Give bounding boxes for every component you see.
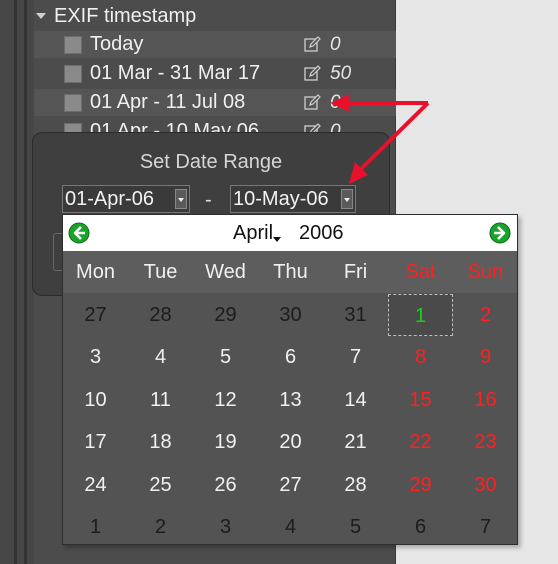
- calendar-day[interactable]: 3: [63, 336, 128, 378]
- weekday-label: Thu: [273, 261, 308, 283]
- calendar-header: April 2006: [63, 215, 517, 251]
- weekday-label: Mon: [76, 261, 115, 283]
- calendar-day[interactable]: 26: [193, 464, 258, 506]
- chevron-down-icon[interactable]: [175, 189, 187, 209]
- calendar-day[interactable]: 15: [388, 379, 453, 421]
- calendar-day[interactable]: 29: [388, 464, 453, 506]
- filter-count: 0: [330, 91, 341, 113]
- calendar-day[interactable]: 17: [63, 421, 128, 463]
- calendar-day[interactable]: 19: [193, 421, 258, 463]
- calendar-day[interactable]: 6: [388, 506, 453, 548]
- chevron-down-icon[interactable]: [273, 237, 281, 242]
- calendar-day[interactable]: 2: [453, 294, 518, 336]
- calendar-day[interactable]: 2: [128, 506, 193, 548]
- edit-pencil-icon[interactable]: [304, 65, 321, 82]
- calendar-day[interactable]: 27: [258, 464, 323, 506]
- calendar-day-selected[interactable]: 1: [388, 294, 453, 336]
- calendar-day[interactable]: 31: [323, 294, 388, 336]
- calendar-day[interactable]: 23: [453, 421, 518, 463]
- calendar-day[interactable]: 30: [453, 464, 518, 506]
- month-select[interactable]: April: [233, 222, 273, 245]
- calendar-day[interactable]: 5: [323, 506, 388, 548]
- filter-row-apr-08[interactable]: 01 Apr - 11 Jul 08 0: [34, 89, 396, 116]
- section-title: EXIF timestamp: [54, 4, 197, 27]
- calendar-day[interactable]: 1: [63, 506, 128, 548]
- section-header[interactable]: EXIF timestamp: [34, 2, 396, 30]
- from-date-field[interactable]: 01-Apr-06: [62, 185, 190, 213]
- filter-count: 50: [330, 62, 352, 84]
- weekday-label: Sun: [467, 261, 504, 283]
- calendar-day[interactable]: 20: [258, 421, 323, 463]
- arrow-left-circle-icon[interactable]: [68, 222, 90, 244]
- calendar-day[interactable]: 3: [193, 506, 258, 548]
- calendar-day[interactable]: 4: [128, 336, 193, 378]
- filter-row-mar-17[interactable]: 01 Mar - 31 Mar 17 50: [34, 60, 396, 87]
- calendar-day[interactable]: 12: [193, 379, 258, 421]
- calendar-day[interactable]: 14: [323, 379, 388, 421]
- calendar-day[interactable]: 28: [323, 464, 388, 506]
- calendar-day[interactable]: 13: [258, 379, 323, 421]
- calendar-day[interactable]: 10: [63, 379, 128, 421]
- calendar-popup: April 2006 Mon Tue Wed Thu Fri Sat Sun 27 28 29 3…: [62, 214, 518, 545]
- calendar-day[interactable]: 16: [453, 379, 518, 421]
- year-label[interactable]: 2006: [299, 222, 344, 245]
- filter-row-today[interactable]: Today 0: [34, 31, 396, 58]
- calendar-day[interactable]: 29: [193, 294, 258, 336]
- edit-pencil-icon[interactable]: [304, 94, 321, 111]
- calendar-day[interactable]: 11: [128, 379, 193, 421]
- calendar-day[interactable]: 18: [128, 421, 193, 463]
- to-date-value: 10-May-06: [233, 187, 329, 210]
- date-separator: -: [205, 189, 212, 211]
- calendar-day[interactable]: 8: [388, 336, 453, 378]
- filter-label: Today: [90, 33, 144, 55]
- calendar-day[interactable]: 30: [258, 294, 323, 336]
- weekday-label: Fri: [343, 261, 368, 283]
- filter-label: 01 Apr - 11 Jul 08: [90, 91, 246, 113]
- edit-pencil-icon[interactable]: [304, 36, 321, 53]
- collapse-caret-icon[interactable]: [36, 13, 46, 19]
- dialog-title: Set Date Range: [139, 151, 283, 173]
- filter-label: 01 Mar - 31 Mar 17: [90, 62, 261, 84]
- calendar-day[interactable]: 7: [323, 336, 388, 378]
- calendar-day[interactable]: 27: [63, 294, 128, 336]
- calendar-day[interactable]: 28: [128, 294, 193, 336]
- calendar-day[interactable]: 22: [388, 421, 453, 463]
- weekday-label: Wed: [205, 261, 246, 283]
- weekday-label: Sat: [405, 261, 436, 283]
- calendar-day[interactable]: 21: [323, 421, 388, 463]
- checkbox-icon[interactable]: [64, 35, 82, 54]
- arrow-right-circle-icon[interactable]: [489, 222, 511, 244]
- calendar-day[interactable]: 6: [258, 336, 323, 378]
- checkbox-icon[interactable]: [64, 93, 82, 112]
- weekday-label: Tue: [143, 261, 178, 283]
- checkbox-icon[interactable]: [64, 64, 82, 83]
- from-date-value: 01-Apr-06: [65, 187, 154, 210]
- left-gutter: [0, 0, 34, 564]
- weekday-header: Mon Tue Wed Thu Fri Sat Sun: [63, 251, 517, 293]
- calendar-day[interactable]: 25: [128, 464, 193, 506]
- to-date-field[interactable]: 10-May-06: [230, 185, 356, 213]
- calendar-day[interactable]: 7: [453, 506, 518, 548]
- calendar-day[interactable]: 24: [63, 464, 128, 506]
- calendar-day[interactable]: 4: [258, 506, 323, 548]
- calendar-day[interactable]: 5: [193, 336, 258, 378]
- chevron-down-icon[interactable]: [341, 189, 353, 209]
- calendar-day[interactable]: 9: [453, 336, 518, 378]
- filter-count: 0: [330, 33, 341, 55]
